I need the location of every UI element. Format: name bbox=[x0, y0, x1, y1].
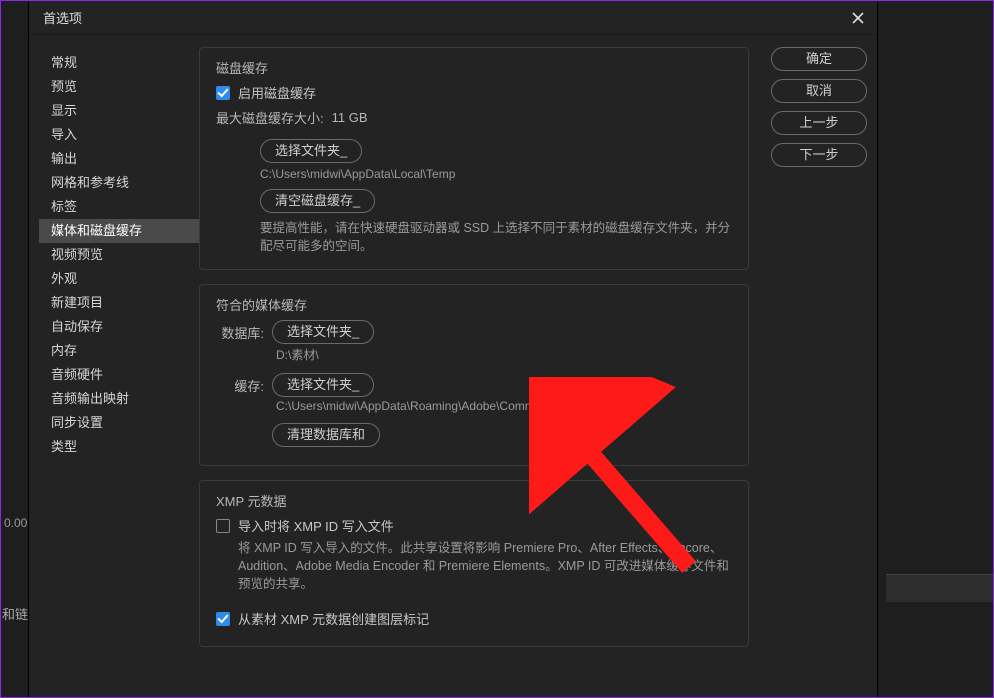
cache-label: 缓存: bbox=[216, 376, 264, 395]
bg-panel-label: 和链 bbox=[2, 604, 28, 623]
bg-timecode: 0.00 bbox=[4, 516, 27, 530]
next-button[interactable]: 下一步 bbox=[771, 143, 867, 167]
disk-cache-panel: 磁盘缓存 启用磁盘缓存 最大磁盘缓存大小: 11 GB 选择文件夹_ C:\Us… bbox=[199, 47, 749, 270]
sidebar-item-output[interactable]: 输出 bbox=[39, 147, 199, 171]
sidebar-item-new-project[interactable]: 新建项目 bbox=[39, 291, 199, 315]
sidebar-item-sync[interactable]: 同步设置 bbox=[39, 411, 199, 435]
close-button[interactable] bbox=[849, 9, 867, 27]
disk-cache-heading: 磁盘缓存 bbox=[216, 58, 732, 77]
db-label: 数据库: bbox=[216, 323, 264, 342]
db-path: D:\素材\ bbox=[216, 346, 732, 363]
sidebar-item-preview[interactable]: 预览 bbox=[39, 75, 199, 99]
sidebar-item-audio-hw[interactable]: 音频硬件 bbox=[39, 363, 199, 387]
xmp-panel: XMP 元数据 导入时将 XMP ID 写入文件 将 XMP ID 写入导入的文… bbox=[199, 480, 749, 647]
prev-button[interactable]: 上一步 bbox=[771, 111, 867, 135]
xmp-write-checkbox[interactable] bbox=[216, 519, 230, 533]
xmp-layer-markers-checkbox[interactable] bbox=[216, 612, 230, 626]
disk-cache-help: 要提高性能，请在快速硬盘驱动器或 SSD 上选择不同于素材的磁盘缓存文件夹，并分… bbox=[216, 219, 732, 255]
enable-disk-cache-row: 启用磁盘缓存 bbox=[216, 83, 732, 102]
sidebar-item-general[interactable]: 常规 bbox=[39, 51, 199, 75]
sidebar-item-memory[interactable]: 内存 bbox=[39, 339, 199, 363]
clean-db-cache-button[interactable]: 清理数据库和 bbox=[272, 423, 380, 447]
xmp-heading: XMP 元数据 bbox=[216, 491, 732, 510]
dialog-buttons: 确定 取消 上一步 下一步 bbox=[771, 47, 867, 167]
cancel-button[interactable]: 取消 bbox=[771, 79, 867, 103]
sidebar-item-appearance[interactable]: 外观 bbox=[39, 267, 199, 291]
max-cache-value[interactable]: 11 GB bbox=[332, 110, 368, 125]
main-content: 确定 取消 上一步 下一步 磁盘缓存 启用磁盘缓存 最大磁盘缓存大小: 11 G… bbox=[199, 47, 867, 687]
cache-path: C:\Users\midwi\AppData\Roaming\Adobe\Com… bbox=[216, 399, 732, 413]
sidebar-item-import[interactable]: 导入 bbox=[39, 123, 199, 147]
enable-disk-cache-checkbox[interactable] bbox=[216, 86, 230, 100]
sidebar-item-audio-output[interactable]: 音频输出映射 bbox=[39, 387, 199, 411]
enable-disk-cache-label: 启用磁盘缓存 bbox=[238, 83, 316, 102]
dialog-title: 首选项 bbox=[43, 8, 82, 27]
disk-cache-path: C:\Users\midwi\AppData\Local\Temp bbox=[216, 167, 732, 181]
max-cache-label: 最大磁盘缓存大小: bbox=[216, 108, 324, 127]
close-icon bbox=[851, 11, 865, 25]
empty-disk-cache-button[interactable]: 清空磁盘缓存_ bbox=[260, 189, 375, 213]
sidebar-item-type[interactable]: 类型 bbox=[39, 435, 199, 459]
sidebar-item-video-preview[interactable]: 视频预览 bbox=[39, 243, 199, 267]
sidebar-item-media-disk-cache[interactable]: 媒体和磁盘缓存 bbox=[39, 219, 199, 243]
media-cache-heading: 符合的媒体缓存 bbox=[216, 295, 732, 314]
sidebar-item-autosave[interactable]: 自动保存 bbox=[39, 315, 199, 339]
titlebar: 首选项 bbox=[29, 1, 877, 35]
bg-panel-strip bbox=[886, 574, 994, 602]
cache-choose-folder-button[interactable]: 选择文件夹_ bbox=[272, 373, 374, 397]
xmp-write-help: 将 XMP ID 写入导入的文件。此共享设置将影响 Premiere Pro、A… bbox=[216, 539, 732, 593]
sidebar-item-display[interactable]: 显示 bbox=[39, 99, 199, 123]
db-choose-folder-button[interactable]: 选择文件夹_ bbox=[272, 320, 374, 344]
preferences-dialog: 首选项 常规 预览 显示 导入 输出 网格和参考线 标签 媒体和磁盘缓存 视频预… bbox=[28, 0, 878, 698]
sidebar-item-labels[interactable]: 标签 bbox=[39, 195, 199, 219]
xmp-write-label: 导入时将 XMP ID 写入文件 bbox=[238, 516, 394, 535]
disk-cache-choose-folder-button[interactable]: 选择文件夹_ bbox=[260, 139, 362, 163]
xmp-layer-markers-label: 从素材 XMP 元数据创建图层标记 bbox=[238, 609, 429, 628]
sidebar-item-grids[interactable]: 网格和参考线 bbox=[39, 171, 199, 195]
sidebar: 常规 预览 显示 导入 输出 网格和参考线 标签 媒体和磁盘缓存 视频预览 外观… bbox=[39, 47, 199, 687]
ok-button[interactable]: 确定 bbox=[771, 47, 867, 71]
media-cache-panel: 符合的媒体缓存 数据库: 选择文件夹_ D:\素材\ 缓存: 选择文件夹_ C:… bbox=[199, 284, 749, 466]
